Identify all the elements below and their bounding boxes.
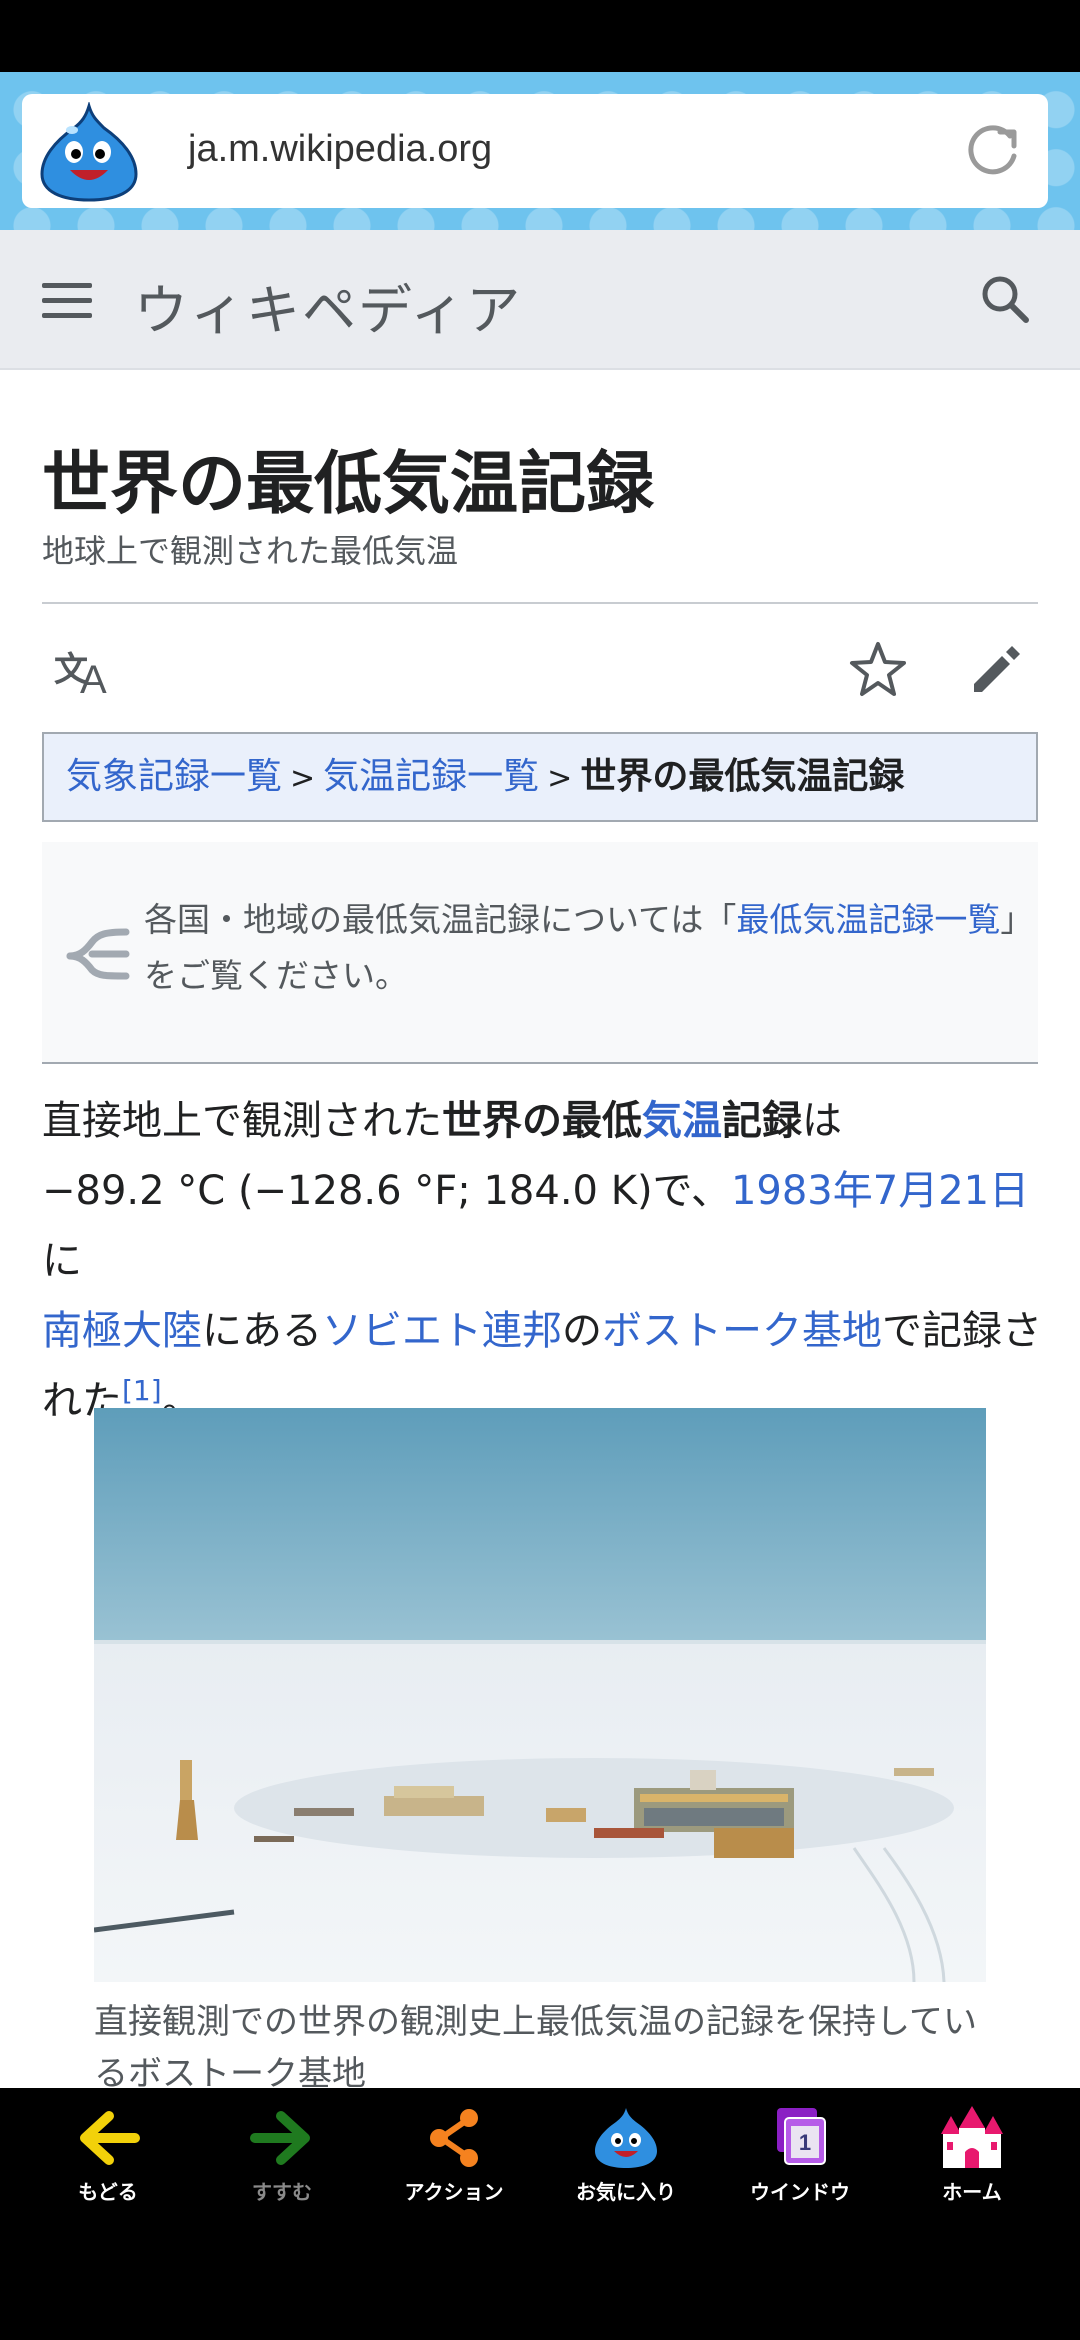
forward-button[interactable]: すすむ: [202, 2106, 362, 2216]
wiki-header: ウィキペディア: [0, 230, 1080, 370]
home-button[interactable]: ホーム: [892, 2106, 1052, 2216]
search-icon[interactable]: [976, 270, 1036, 330]
back-button[interactable]: もどる: [28, 2106, 188, 2216]
status-bar: [0, 0, 1080, 72]
hatnote-link-lowest-temperature-list[interactable]: 最低気温記録一覧: [736, 900, 1000, 939]
favorites-label: お気に入り: [576, 2180, 676, 2204]
share-icon: [430, 2109, 478, 2167]
url-bar[interactable]: ja.m.wikipedia.org: [22, 94, 1048, 208]
link-antarctica[interactable]: 南極大陸: [42, 1308, 202, 1354]
browser-url-area: ja.m.wikipedia.org: [0, 72, 1080, 230]
bottom-toolbar: もどる すすむ アクション お気に入り 1 ウインドウ ホーム: [0, 2088, 1080, 2340]
language-icon[interactable]: 文A: [54, 642, 118, 706]
action-button[interactable]: アクション: [374, 2106, 534, 2216]
title-divider: [42, 602, 1038, 604]
lead-text-value: −89.2 °C (−128.6 °F; 184.0 K)で、: [42, 1168, 731, 1214]
back-label: もどる: [78, 2180, 138, 2204]
reference-link[interactable]: [1]: [122, 1374, 162, 1407]
breadcrumb-link-temperature-records[interactable]: 気温記録一覧: [323, 756, 539, 797]
slime-logo-icon[interactable]: [36, 102, 142, 202]
hatnote-text-pre: 各国・地域の最低気温記録については「: [144, 900, 737, 939]
lead-text: 直接地上で観測された: [42, 1098, 442, 1144]
figure-caption: 直接観測での世界の観測史上最低気温の記録を保持しているボストーク基地: [94, 2002, 977, 2088]
lead-text: の: [562, 1308, 602, 1354]
window-icon: 1: [777, 2108, 826, 2165]
slime-favorites-icon: [595, 2108, 657, 2168]
forward-label: すすむ: [252, 2180, 312, 2204]
reload-icon[interactable]: [964, 122, 1022, 180]
lead-text: にある: [202, 1308, 322, 1354]
wiki-logo[interactable]: ウィキペディア: [134, 266, 522, 345]
home-label: ホーム: [942, 2180, 1002, 2204]
redirect-arrow-icon: [66, 928, 130, 980]
window-label: ウインドウ: [750, 2180, 850, 2204]
back-arrow-icon: [80, 2111, 140, 2165]
lead-bold: 世界の最低: [442, 1098, 642, 1144]
action-label: アクション: [404, 2180, 504, 2204]
page-subtitle: 地球上で観測された最低気温: [42, 532, 459, 570]
lead-text: は: [802, 1098, 842, 1144]
castle-home-icon: [941, 2106, 1003, 2168]
breadcrumb-current: 世界の最低気温記録: [580, 756, 905, 797]
edit-pencil-icon[interactable]: [966, 640, 1026, 700]
favorites-button[interactable]: お気に入り: [546, 2106, 706, 2216]
lead-text: に: [42, 1238, 82, 1284]
vostok-station-photo[interactable]: [94, 1408, 986, 1982]
article-content: 世界の最低気温記録 地球上で観測された最低気温 文A 気象記録一覧 > 気温記録一覧…: [0, 370, 1080, 2088]
url-text[interactable]: ja.m.wikipedia.org: [188, 128, 492, 171]
hatnote-text: 各国・地域の最低気温記録については「最低気温記録一覧」をご覧ください。: [144, 892, 1024, 1004]
breadcrumb-separator: >: [290, 761, 316, 796]
link-temperature[interactable]: 気温: [642, 1098, 722, 1144]
hatnote: 各国・地域の最低気温記録については「最低気温記録一覧」をご覧ください。: [42, 842, 1038, 1064]
menu-icon[interactable]: [40, 276, 94, 326]
watch-star-icon[interactable]: [846, 638, 910, 702]
breadcrumb: 気象記録一覧 > 気温記録一覧 > 世界の最低気温記録: [42, 732, 1038, 822]
window-button[interactable]: 1 ウインドウ: [720, 2106, 880, 2216]
page-title: 世界の最低気温記録: [42, 444, 655, 524]
link-soviet-union[interactable]: ソビエト連邦: [322, 1308, 562, 1354]
link-date[interactable]: 1983年7月21日: [731, 1168, 1029, 1214]
forward-arrow-icon: [250, 2111, 310, 2165]
breadcrumb-separator: >: [547, 761, 573, 796]
breadcrumb-link-weather-records[interactable]: 気象記録一覧: [66, 756, 282, 797]
lead-bold: 記録: [722, 1098, 802, 1144]
lead-paragraph: 直接地上で観測された世界の最低気温記録は −89.2 °C (−128.6 °F;…: [42, 1086, 1042, 1436]
link-vostok-station[interactable]: ボストーク基地: [602, 1308, 882, 1354]
window-count: 1: [799, 2130, 811, 2155]
